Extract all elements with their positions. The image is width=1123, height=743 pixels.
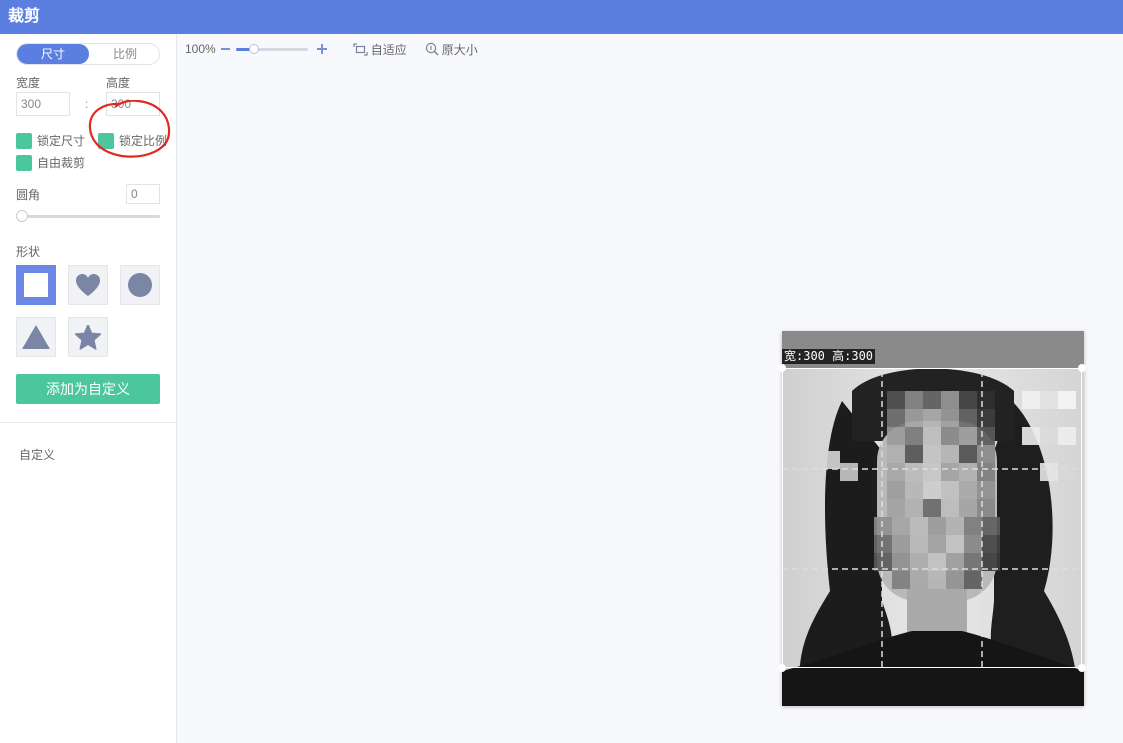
heart-icon: [76, 274, 100, 296]
shape-heart-button[interactable]: [68, 265, 108, 305]
custom-section-label: 自定义: [19, 448, 56, 462]
checkbox-checked-icon: [98, 132, 114, 149]
segment-ratio-tab[interactable]: 比例: [89, 44, 159, 64]
checkbox-checked-icon: [16, 154, 32, 171]
shape-label: 形状: [16, 245, 41, 259]
crop-handle-bottom-left[interactable]: [778, 664, 786, 672]
plus-icon[interactable]: [316, 44, 327, 54]
crop-box[interactable]: [782, 368, 1082, 668]
corner-radius-label: 圆角: [16, 188, 41, 202]
fit-screen-icon: [353, 42, 368, 56]
segment-size-tab[interactable]: 尺寸: [17, 44, 89, 64]
shape-square-button[interactable]: [16, 265, 56, 305]
lock-ratio-label: 锁定比例: [119, 134, 168, 148]
star-icon: [75, 324, 101, 350]
shape-circle-button[interactable]: [120, 265, 160, 305]
free-crop-checkbox[interactable]: 自由裁剪: [16, 154, 85, 171]
fit-button[interactable]: 自适应: [353, 41, 407, 58]
shape-star-button[interactable]: [68, 317, 108, 357]
zoom-slider-track[interactable]: [235, 43, 308, 54]
dimension-separator: :: [85, 97, 89, 111]
corner-radius-slider-track[interactable]: [22, 215, 160, 218]
original-size-button[interactable]: 原大小: [425, 41, 478, 58]
crop-handle-top-right[interactable]: [1078, 364, 1086, 372]
corner-radius-input[interactable]: 0: [126, 184, 160, 204]
app-title-bar: 裁剪: [0, 0, 1123, 34]
lock-size-checkbox[interactable]: 锁定尺寸: [16, 132, 85, 149]
magnifier-icon: [425, 42, 439, 56]
lock-ratio-checkbox[interactable]: 锁定比例: [98, 132, 167, 149]
shape-triangle-button[interactable]: [16, 317, 56, 357]
sidebar: 尺寸 比例 宽度 高度 300 : 300 锁定尺寸 锁定比例 自由裁剪 圆角 …: [0, 34, 177, 743]
crop-size-readout: 宽:300 高:300: [782, 349, 876, 364]
free-crop-label: 自由裁剪: [37, 156, 86, 170]
zoom-slider-handle[interactable]: [248, 43, 259, 54]
fit-label: 自适应: [370, 42, 407, 57]
triangle-icon: [22, 325, 50, 349]
height-label: 高度: [106, 76, 131, 90]
crop-handle-top-left[interactable]: [778, 364, 786, 372]
crop-handle-bottom-right[interactable]: [1078, 664, 1086, 672]
add-custom-button[interactable]: 添加为自定义: [16, 374, 160, 404]
square-icon: [24, 273, 48, 297]
height-input[interactable]: 300: [106, 92, 160, 116]
minus-icon[interactable]: [220, 48, 230, 50]
canvas-toolbar: 100% 自适应 原大小: [185, 40, 478, 58]
circle-icon: [128, 273, 152, 297]
lock-size-label: 锁定尺寸: [37, 134, 86, 148]
sidebar-divider: [0, 422, 176, 423]
width-input[interactable]: 300: [16, 92, 70, 116]
zoom-percent: 100%: [185, 42, 216, 56]
corner-radius-slider-handle[interactable]: [16, 210, 28, 222]
app-title: 裁剪: [8, 8, 41, 25]
mode-segment-control: 尺寸 比例: [16, 43, 160, 65]
width-label: 宽度: [16, 76, 41, 90]
original-size-label: 原大小: [441, 42, 478, 57]
checkbox-checked-icon: [16, 132, 32, 149]
